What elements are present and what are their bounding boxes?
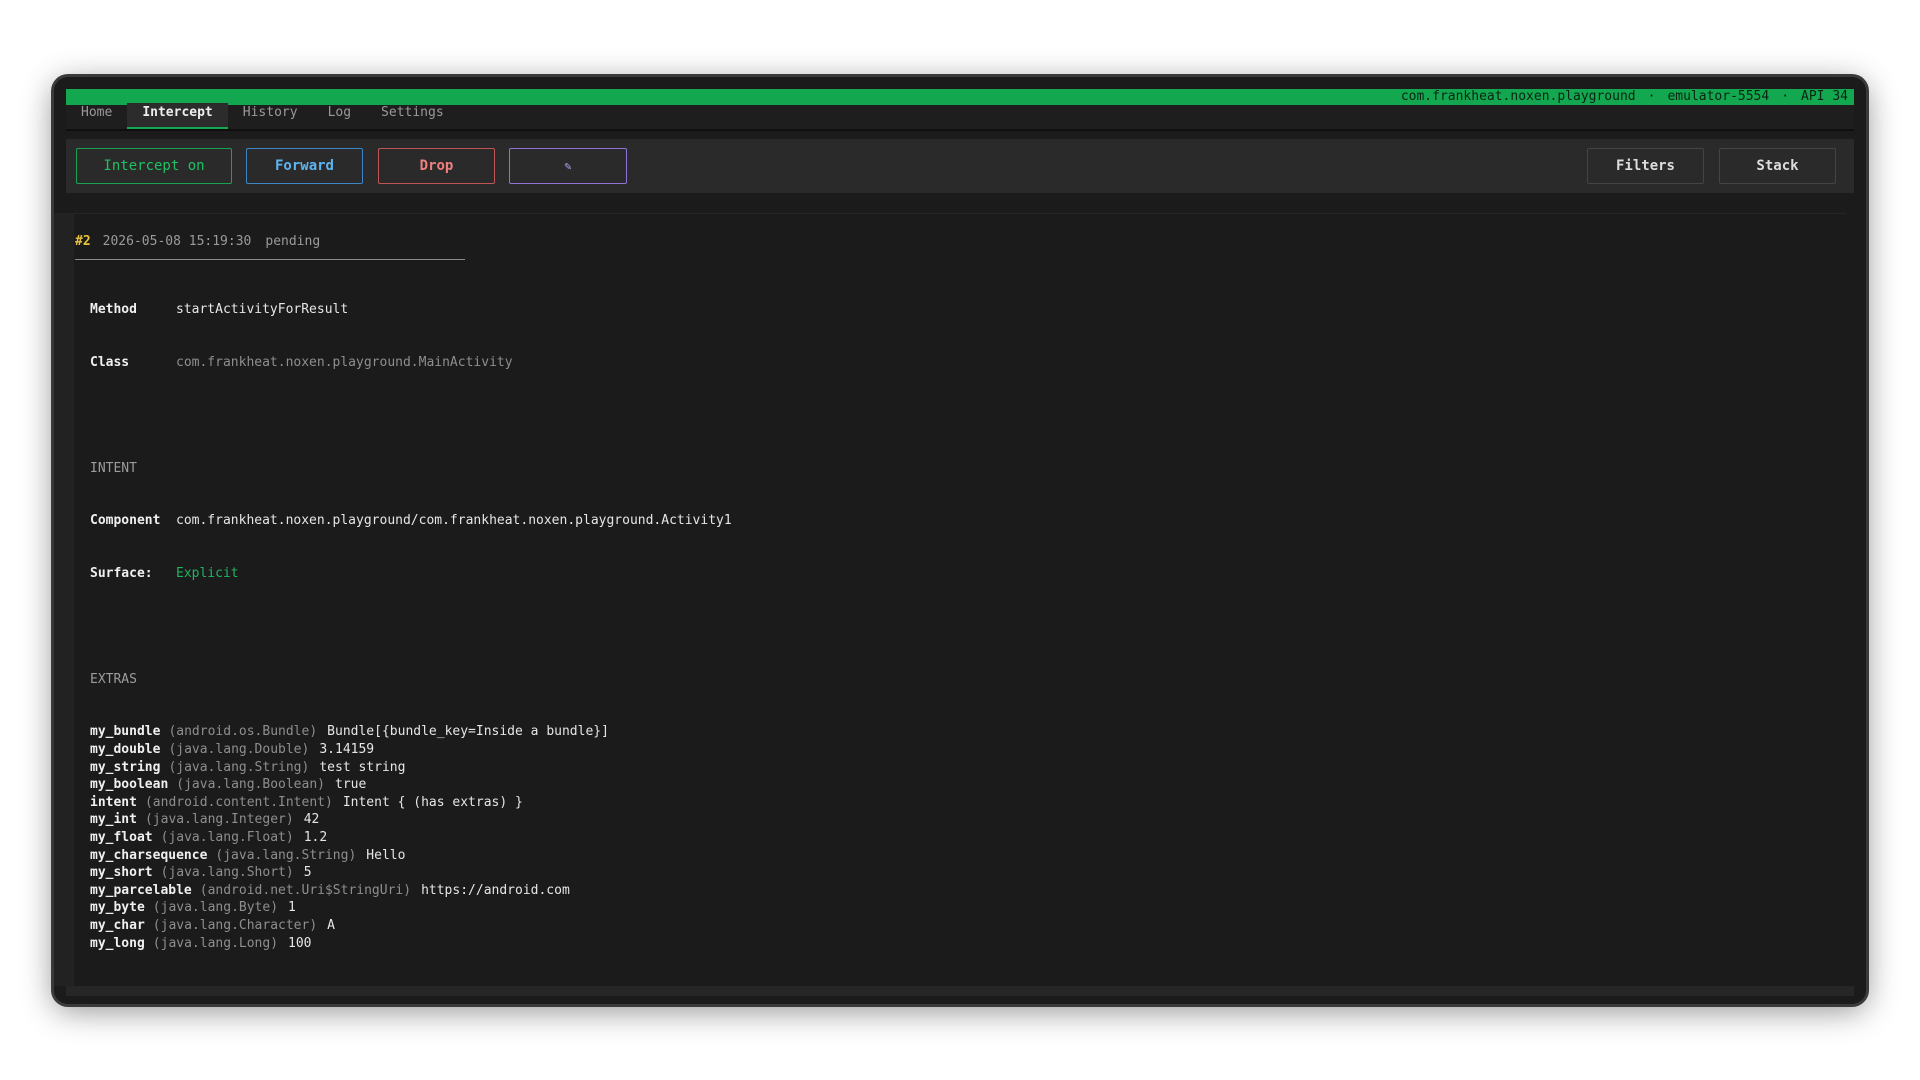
- tab-settings[interactable]: Settings: [366, 103, 459, 129]
- extra-name: my_double: [90, 742, 161, 758]
- package-name: com.frankheat.noxen.playground: [1400, 89, 1636, 104]
- surface-key: Surface:: [90, 566, 153, 582]
- extra-name: my_boolean: [90, 777, 169, 793]
- extra-type: (java.lang.String): [215, 847, 357, 863]
- intercept-toggle-button[interactable]: Intercept on: [76, 148, 232, 184]
- extra-value: 3.14159: [319, 742, 375, 758]
- surface-row: Surface: Explicit: [90, 565, 732, 583]
- extra-row: my_long (java.lang.Long) 100: [90, 935, 732, 953]
- extra-row: my_charsequence (java.lang.String) Hello: [90, 847, 732, 865]
- extra-type: (java.lang.Boolean): [176, 777, 325, 793]
- entry-header: #2 2026-05-08 15:19:30 pending: [75, 234, 320, 249]
- extra-value: A: [327, 917, 335, 933]
- extras-heading: EXTRAS: [90, 671, 137, 687]
- left-gutter: [54, 213, 74, 986]
- extra-row: my_boolean (java.lang.Boolean) true: [90, 776, 732, 794]
- extra-type: (java.lang.Byte): [152, 900, 279, 916]
- extra-name: my_string: [90, 759, 161, 775]
- extra-type: (java.lang.Integer): [144, 812, 294, 828]
- bottom-strip: [66, 986, 1854, 996]
- extra-value: 5: [303, 865, 312, 881]
- method-value: startActivityForResult: [176, 302, 349, 318]
- extra-name: my_bundle: [90, 724, 161, 740]
- tab-log[interactable]: Log: [313, 103, 366, 129]
- entry-id: #2: [75, 234, 91, 249]
- extra-row: my_char (java.lang.Character) A: [90, 917, 732, 935]
- extra-value: true: [335, 777, 367, 793]
- intercept-detail-panel[interactable]: #2 2026-05-08 15:19:30 pending Method start…: [74, 213, 1846, 986]
- toolbar: Intercept on Forward Drop ✎ Filters Stac…: [66, 139, 1854, 193]
- extra-value: Intent { (has extras) }: [342, 794, 523, 810]
- tab-history[interactable]: History: [228, 103, 313, 129]
- edit-button[interactable]: ✎: [509, 148, 627, 184]
- entry-body: Method startActivityForResult Class com.fr…: [90, 266, 732, 987]
- api-level: API 34: [1801, 89, 1848, 104]
- app-window: com.frankheat.noxen.playground · emulator-…: [54, 77, 1866, 1004]
- extra-value: test string: [319, 759, 406, 775]
- extra-name: my_parcelable: [90, 882, 192, 898]
- forward-button[interactable]: Forward: [246, 148, 363, 184]
- extra-value: https://android.com: [421, 882, 570, 898]
- tab-home[interactable]: Home: [66, 103, 127, 129]
- extra-name: my_short: [90, 865, 153, 881]
- extra-value: 1.2: [303, 830, 328, 845]
- extra-name: my_byte: [90, 900, 145, 916]
- extra-value: Bundle[{bundle_key=Inside a bundle}]: [327, 724, 609, 740]
- entry-timestamp: 2026-05-08 15:19:30: [102, 234, 252, 249]
- method-key: Method: [90, 302, 137, 318]
- component-row: Component com.frankheat.noxen.playground/…: [90, 512, 732, 530]
- filters-button[interactable]: Filters: [1587, 148, 1704, 184]
- tab-intercept[interactable]: Intercept: [127, 103, 228, 129]
- surface-value: Explicit: [176, 566, 239, 582]
- extra-type: (android.os.Bundle): [168, 724, 318, 740]
- extra-type: (android.net.Uri$StringUri): [199, 882, 412, 898]
- class-row: Class com.frankheat.noxen.playground.Main…: [90, 354, 732, 372]
- extra-row: my_byte (java.lang.Byte) 1: [90, 899, 732, 917]
- extra-row: my_bundle (android.os.Bundle) Bundle[{bund…: [90, 723, 732, 741]
- extras-list: my_bundle (android.os.Bundle) Bundle[{bund…: [90, 723, 732, 952]
- extra-row: my_parcelable (android.net.Uri$StringUri)…: [90, 882, 732, 900]
- extra-row: my_string (java.lang.String) test string: [90, 759, 732, 777]
- extra-name: my_char: [90, 917, 145, 933]
- class-key: Class: [90, 354, 130, 370]
- extra-value: 100: [288, 935, 312, 951]
- extra-name: my_int: [90, 812, 137, 828]
- extra-type: (java.lang.Character): [152, 917, 318, 933]
- status-separator: ·: [1781, 89, 1790, 104]
- extra-type: (java.lang.Short): [160, 865, 294, 881]
- extra-value: Hello: [366, 847, 406, 863]
- extra-row: my_int (java.lang.Integer) 42: [90, 811, 732, 829]
- tab-bar: Home Intercept History Log Settings: [66, 103, 1854, 131]
- extra-row: my_short (java.lang.Short) 5: [90, 864, 732, 882]
- intent-heading: INTENT: [90, 460, 137, 476]
- extra-name: intent: [90, 794, 137, 810]
- extra-row: my_double (java.lang.Double) 3.14159: [90, 741, 732, 759]
- component-value: com.frankheat.noxen.playground/com.frank…: [176, 513, 732, 529]
- extra-name: my_charsequence: [90, 847, 208, 863]
- extra-type: (java.lang.String): [168, 759, 310, 775]
- extra-type: (java.lang.Long): [152, 935, 279, 951]
- extra-value: 42: [303, 812, 320, 828]
- header-divider: [75, 259, 465, 260]
- edit-icon: ✎: [564, 159, 572, 173]
- extra-row: intent (android.content.Intent) Intent { (…: [90, 794, 732, 812]
- extra-name: my_long: [90, 935, 145, 951]
- stack-button[interactable]: Stack: [1719, 148, 1836, 184]
- entry-status: pending: [265, 234, 321, 249]
- extra-name: my_float: [90, 830, 153, 845]
- status-separator: ·: [1647, 89, 1656, 104]
- extra-row: my_float (java.lang.Float) 1.2: [90, 829, 732, 847]
- device-name: emulator-5554: [1667, 89, 1770, 104]
- component-key: Component: [90, 513, 161, 529]
- extra-value: 1: [288, 900, 296, 916]
- extra-type: (android.content.Intent): [144, 794, 333, 810]
- class-value: com.frankheat.noxen.playground.MainActiv…: [176, 354, 513, 370]
- method-row: Method startActivityForResult: [90, 301, 732, 319]
- drop-button[interactable]: Drop: [378, 148, 495, 184]
- extra-type: (java.lang.Float): [160, 830, 294, 845]
- extra-type: (java.lang.Double): [168, 742, 310, 758]
